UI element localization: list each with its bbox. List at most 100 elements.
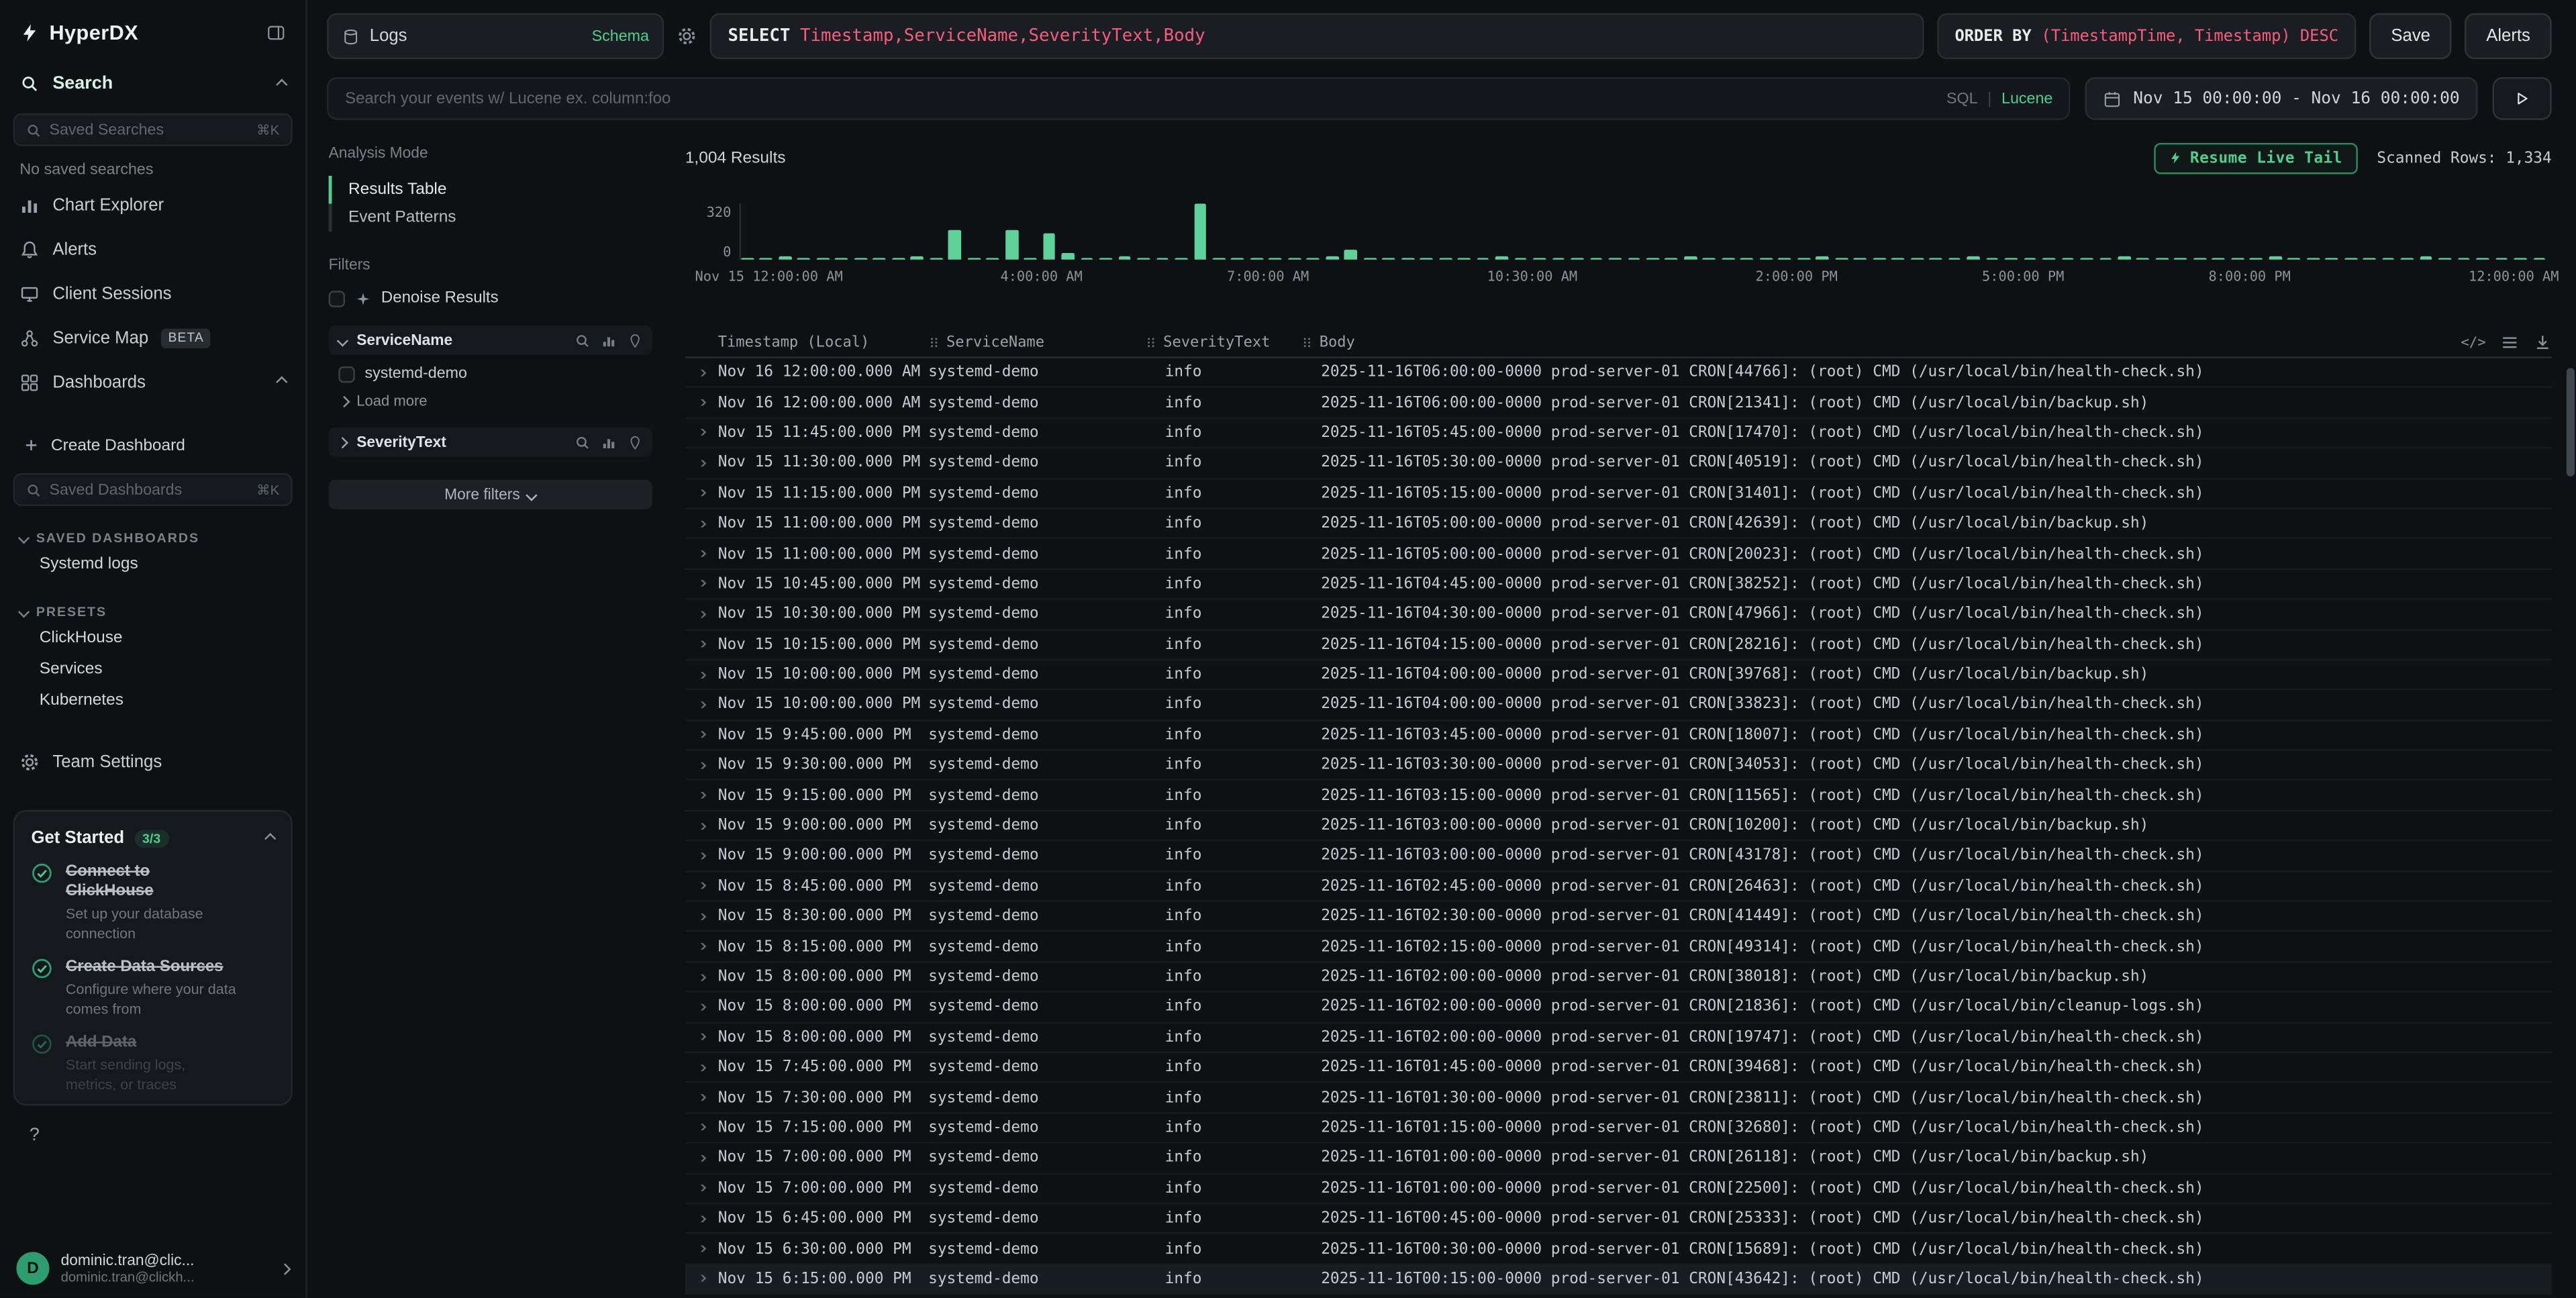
row-expand-icon[interactable]: [685, 399, 718, 406]
more-filters-button[interactable]: More filters: [329, 480, 652, 509]
histogram-bar[interactable]: [1571, 258, 1583, 260]
row-expand-icon[interactable]: [685, 520, 718, 527]
create-dashboard-button[interactable]: Create Dashboard: [0, 427, 305, 463]
code-view-icon[interactable]: </>: [2461, 334, 2486, 350]
histogram-bar[interactable]: [1477, 258, 1489, 260]
histogram-bar[interactable]: [1288, 258, 1301, 260]
facet-severitytext-header[interactable]: SeverityText: [329, 427, 652, 456]
facet-pin-icon[interactable]: [628, 333, 642, 348]
histogram-bar[interactable]: [1062, 253, 1075, 260]
table-row[interactable]: Nov 15 8:15:00.000 PMsystemd-demoinfo202…: [685, 932, 2552, 962]
histogram-bar[interactable]: [2269, 257, 2281, 260]
saved-dashboard-item[interactable]: Systemd logs: [0, 549, 305, 581]
histogram-bar[interactable]: [2533, 258, 2546, 260]
sidebar-section-search[interactable]: Search: [0, 58, 305, 104]
drag-handle-icon[interactable]: [928, 335, 940, 350]
table-row[interactable]: Nov 15 6:45:00.000 PMsystemd-demoinfo202…: [685, 1204, 2552, 1234]
row-expand-icon[interactable]: [685, 1246, 718, 1252]
histogram-bar[interactable]: [836, 257, 848, 260]
facet-pin-icon[interactable]: [628, 434, 642, 449]
event-search-input[interactable]: SQL | Lucene: [327, 77, 2071, 120]
histogram-bar[interactable]: [2363, 258, 2376, 260]
collapse-sidebar-icon[interactable]: [266, 23, 286, 42]
table-row[interactable]: Nov 15 7:30:00.000 PMsystemd-demoinfo202…: [685, 1083, 2552, 1113]
table-row[interactable]: Nov 15 7:00:00.000 PMsystemd-demoinfo202…: [685, 1174, 2552, 1204]
row-expand-icon[interactable]: [685, 490, 718, 497]
histogram-bar[interactable]: [1382, 258, 1395, 260]
histogram-bar[interactable]: [2175, 258, 2187, 260]
sidebar-item-client-sessions[interactable]: Client Sessions: [0, 271, 305, 315]
row-expand-icon[interactable]: [685, 973, 718, 980]
row-density-icon[interactable]: [2501, 334, 2519, 352]
histogram-bar[interactable]: [1269, 258, 1282, 260]
histogram-bar[interactable]: [1967, 257, 1980, 260]
row-expand-icon[interactable]: [685, 611, 718, 617]
row-expand-icon[interactable]: [685, 1276, 718, 1283]
table-row[interactable]: Nov 15 11:30:00.000 PMsystemd-demoinfo20…: [685, 449, 2552, 479]
histogram-bar[interactable]: [1156, 258, 1169, 260]
histogram-bar[interactable]: [1137, 258, 1150, 260]
histogram-bar[interactable]: [2061, 258, 2074, 260]
table-row[interactable]: Nov 15 9:00:00.000 PMsystemd-demoinfo202…: [685, 811, 2552, 842]
preset-dashboard-item[interactable]: Kubernetes: [0, 685, 305, 717]
preset-dashboard-item[interactable]: Services: [0, 654, 305, 685]
histogram-bar[interactable]: [911, 257, 924, 260]
table-row[interactable]: Nov 15 9:00:00.000 PMsystemd-demoinfo202…: [685, 842, 2552, 872]
histogram-bar[interactable]: [2438, 258, 2451, 260]
load-more-button[interactable]: Load more: [329, 383, 652, 409]
histogram-bar[interactable]: [1514, 258, 1527, 260]
histogram-bar[interactable]: [1646, 258, 1659, 260]
denoise-checkbox[interactable]: [329, 290, 345, 306]
facet-option-checkbox[interactable]: [338, 366, 354, 382]
table-row[interactable]: Nov 15 6:15:00.000 PMsystemd-demoinfo202…: [685, 1264, 2552, 1295]
histogram-bar[interactable]: [760, 258, 773, 260]
histogram-bar[interactable]: [1740, 258, 1753, 260]
histogram-bar[interactable]: [2420, 257, 2432, 260]
row-expand-icon[interactable]: [685, 792, 718, 799]
histogram-bar[interactable]: [1213, 258, 1226, 260]
table-row[interactable]: Nov 16 12:00:00.000 AMsystemd-demoinfo20…: [685, 358, 2552, 389]
histogram-bar[interactable]: [1118, 257, 1131, 260]
column-timestamp[interactable]: Timestamp (Local): [718, 334, 928, 350]
histogram-bar[interactable]: [2514, 258, 2527, 260]
histogram-bar[interactable]: [892, 258, 905, 260]
select-clause-input[interactable]: SELECTTimestamp,ServiceName,SeverityText…: [710, 13, 1924, 60]
row-expand-icon[interactable]: [685, 460, 718, 466]
row-expand-icon[interactable]: [685, 1155, 718, 1162]
histogram-bar[interactable]: [1401, 258, 1414, 260]
histogram-bar[interactable]: [2476, 257, 2489, 260]
scrollbar-thumb[interactable]: [2567, 368, 2575, 477]
row-expand-icon[interactable]: [685, 1064, 718, 1071]
user-menu[interactable]: D dominic.tran@clic... dominic.tran@clic…: [0, 1242, 305, 1285]
mode-event-patterns[interactable]: Event Patterns: [329, 204, 652, 232]
histogram-bar[interactable]: [2118, 257, 2130, 260]
save-button[interactable]: Save: [2370, 13, 2452, 60]
histogram-bar[interactable]: [741, 257, 754, 260]
denoise-results-row[interactable]: Denoise Results: [329, 289, 652, 307]
alerts-button[interactable]: Alerts: [2465, 13, 2551, 60]
row-expand-icon[interactable]: [685, 1034, 718, 1040]
facet-chart-icon[interactable]: [601, 434, 616, 449]
histogram-bar[interactable]: [1760, 257, 1773, 260]
histogram-bar[interactable]: [1344, 250, 1357, 260]
source-selector[interactable]: Logs Schema: [327, 13, 664, 60]
row-expand-icon[interactable]: [685, 1215, 718, 1222]
histogram-bar[interactable]: [1854, 258, 1867, 260]
row-expand-icon[interactable]: [685, 852, 718, 859]
histogram-bar[interactable]: [873, 258, 886, 260]
table-row[interactable]: Nov 15 11:45:00.000 PMsystemd-demoinfo20…: [685, 419, 2552, 449]
histogram-bar[interactable]: [986, 258, 999, 260]
saved-dashboards-input[interactable]: ⌘K: [13, 473, 293, 506]
sidebar-item-team-settings[interactable]: Team Settings: [0, 740, 305, 784]
histogram-bar[interactable]: [797, 258, 810, 260]
row-expand-icon[interactable]: [685, 762, 718, 768]
table-row[interactable]: Nov 15 6:30:00.000 PMsystemd-demoinfo202…: [685, 1234, 2552, 1264]
histogram-bar[interactable]: [1043, 234, 1056, 260]
mode-results-table[interactable]: Results Table: [329, 176, 652, 204]
histogram-bar[interactable]: [2457, 258, 2470, 260]
get-started-item[interactable]: Connect to ClickHouseSet up your databas…: [32, 862, 275, 943]
histogram-bar[interactable]: [1099, 258, 1112, 260]
table-row[interactable]: Nov 15 10:00:00.000 PMsystemd-demoinfo20…: [685, 660, 2552, 691]
histogram-bar[interactable]: [2231, 258, 2244, 260]
histogram-bar[interactable]: [2306, 258, 2319, 260]
